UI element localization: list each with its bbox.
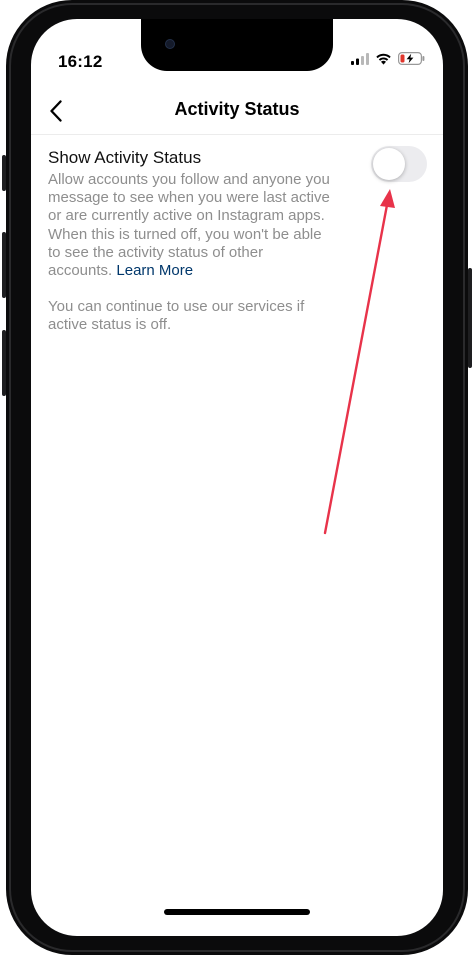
- description-line: or are currently active on Instagram app…: [48, 207, 325, 225]
- mute-switch: [2, 155, 6, 191]
- setting-title: Show Activity Status: [48, 148, 202, 167]
- description-line: accounts. Learn More: [48, 262, 364, 280]
- note-line: active status is off.: [48, 316, 172, 334]
- page: 16:12 Activity Status Show Activity Stat…: [0, 0, 474, 955]
- description-line: to see the activity status of other: [48, 243, 264, 261]
- description-line: message to see when you were last active: [48, 189, 330, 207]
- wifi-icon: [375, 52, 392, 70]
- status-note: You can continue to use our services if …: [48, 298, 368, 334]
- page-title: Activity Status: [174, 99, 300, 119]
- status-icons: [351, 52, 425, 70]
- battery-low-charging-icon: [398, 52, 425, 70]
- status-time: 16:12: [58, 52, 103, 71]
- description-line: When this is turned off, you won't be ab…: [48, 225, 322, 243]
- home-indicator[interactable]: [164, 909, 310, 915]
- setting-description: Allow accounts you follow and anyone you…: [48, 171, 364, 280]
- power-button: [468, 268, 472, 368]
- description-line: Allow accounts you follow and anyone you: [48, 171, 330, 188]
- activity-status-toggle[interactable]: [371, 146, 427, 182]
- description-line-end: accounts.: [48, 262, 113, 280]
- note-line: You can continue to use our services if: [48, 298, 305, 315]
- nav-bar: Activity Status: [31, 91, 443, 135]
- toggle-knob: [373, 148, 405, 180]
- learn-more-link[interactable]: Learn More: [116, 262, 193, 279]
- volume-up-button: [2, 232, 6, 298]
- volume-down-button: [2, 330, 6, 396]
- notch: [141, 19, 333, 71]
- phone-screen: 16:12 Activity Status Show Activity Stat…: [31, 19, 443, 936]
- cellular-signal-icon: [351, 52, 369, 70]
- front-camera: [165, 39, 175, 49]
